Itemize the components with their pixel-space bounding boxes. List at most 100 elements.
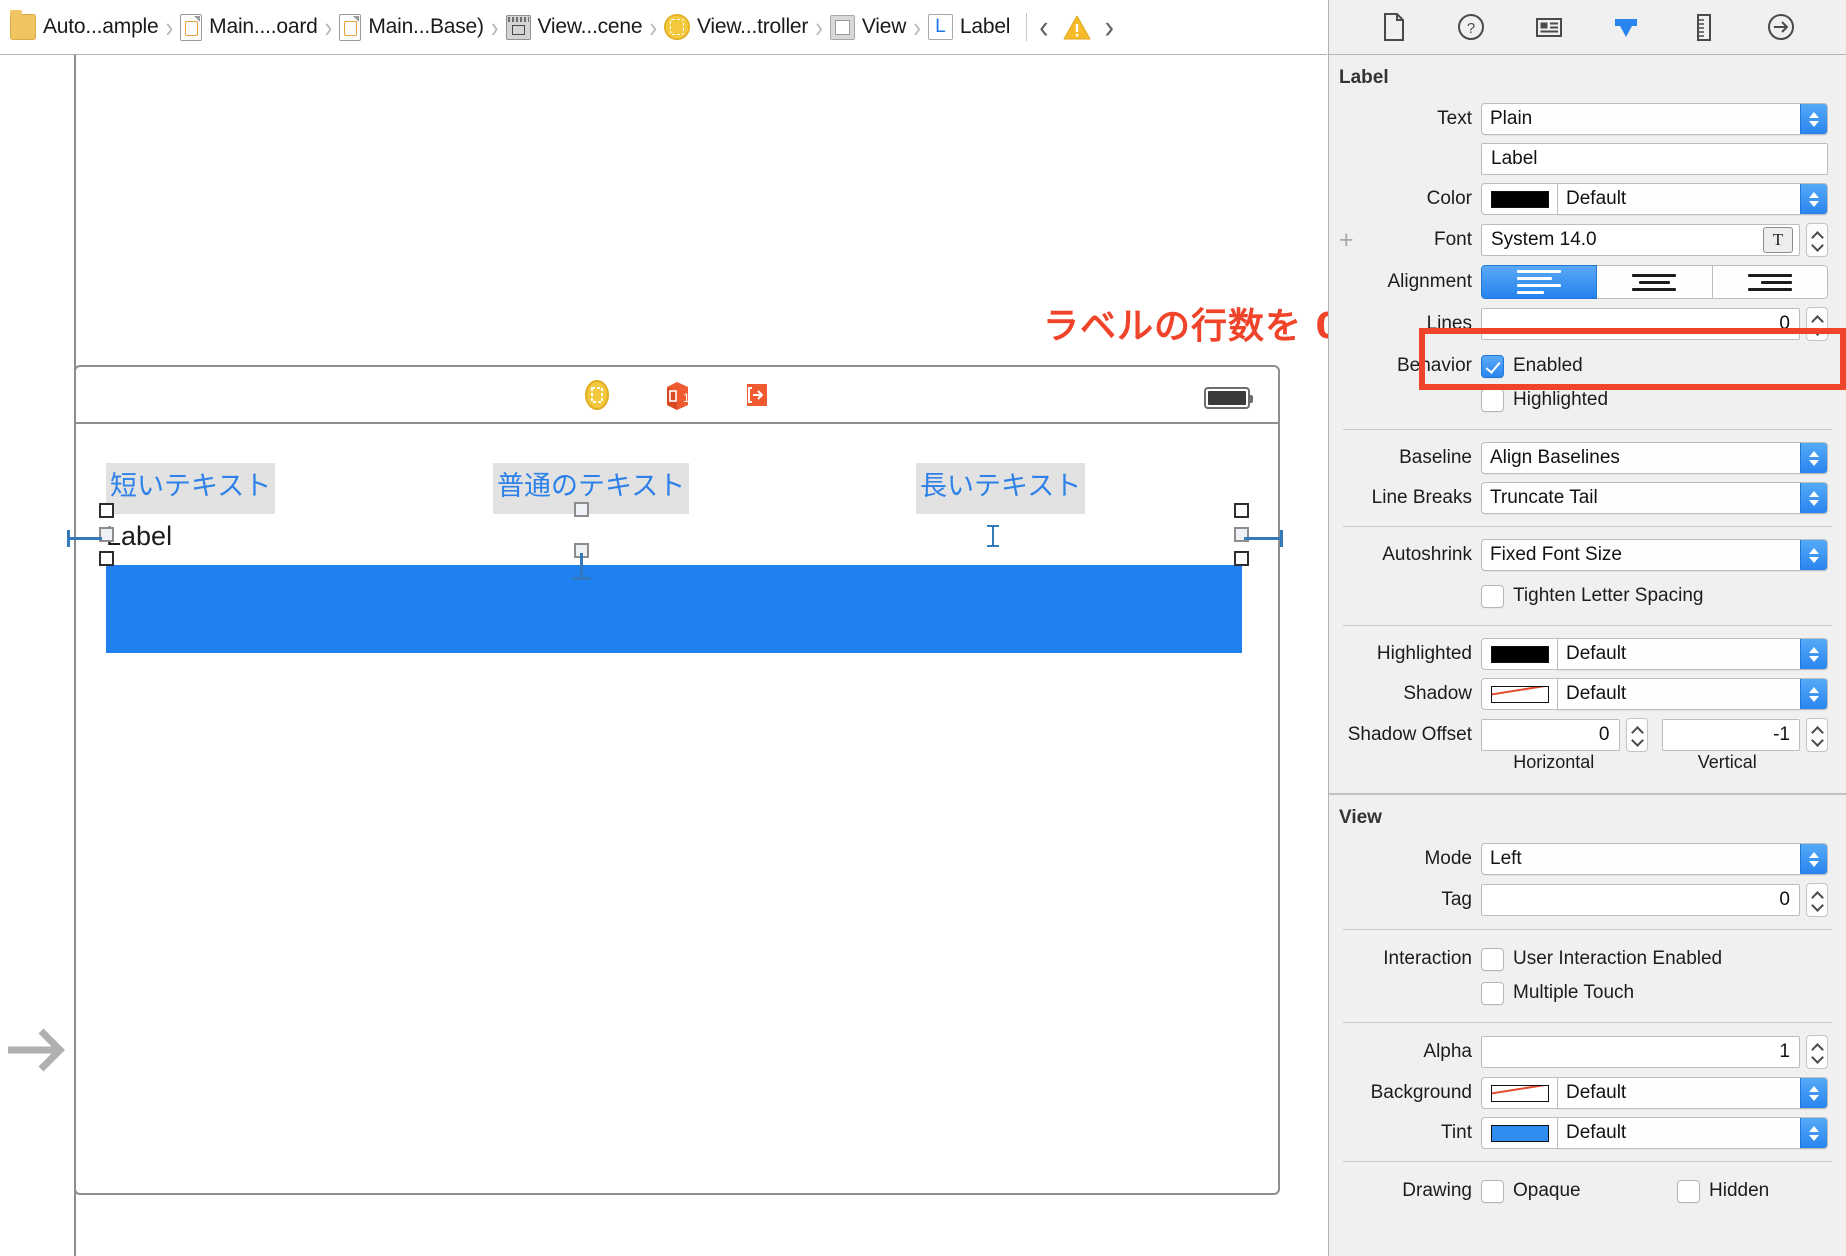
tint-color-swatch[interactable]: [1481, 1117, 1557, 1149]
align-right-button[interactable]: [1712, 265, 1828, 299]
tighten-checkbox-row[interactable]: Tighten Letter Spacing: [1481, 579, 1703, 613]
highlighted-behavior-row[interactable]: Highlighted: [1329, 383, 1846, 421]
behavior-row[interactable]: Behavior Enabled: [1329, 345, 1846, 383]
shadow-row[interactable]: Shadow Default: [1329, 674, 1846, 714]
background-color-swatch[interactable]: [1481, 1077, 1557, 1109]
highlighted-checkbox-row[interactable]: Highlighted: [1481, 383, 1608, 417]
shadow-offset-row[interactable]: Shadow Offset 0 -1: [1329, 714, 1846, 752]
text-style-select[interactable]: Plain: [1481, 103, 1828, 135]
tint-row[interactable]: Tint Default: [1329, 1113, 1846, 1153]
quick-help-inspector-icon[interactable]: ?: [1454, 10, 1488, 44]
font-field[interactable]: System 14.0 T: [1481, 224, 1800, 256]
jumpbar-nav[interactable]: ‹ ›: [1039, 10, 1114, 43]
hidden-checkbox[interactable]: [1677, 1179, 1700, 1203]
highlighted-color-swatch[interactable]: [1481, 638, 1557, 670]
align-left-button[interactable]: [1481, 265, 1598, 299]
short-text-label[interactable]: 短いテキスト: [106, 463, 276, 514]
user-interaction-checkbox-row[interactable]: User Interaction Enabled: [1481, 942, 1722, 976]
warning-triangle-icon[interactable]: [1063, 15, 1091, 40]
opaque-checkbox[interactable]: [1481, 1179, 1504, 1203]
chevron-updown-icon[interactable]: [1800, 443, 1827, 473]
tint-color-select[interactable]: Default: [1557, 1117, 1828, 1149]
lines-input[interactable]: 0: [1481, 308, 1800, 340]
tighten-row[interactable]: Tighten Letter Spacing: [1329, 575, 1846, 617]
shadow-offset-horizontal-input[interactable]: 0: [1481, 719, 1620, 751]
attributes-inspector-icon[interactable]: [1609, 10, 1643, 44]
chevron-updown-icon[interactable]: [1800, 639, 1827, 669]
tag-input[interactable]: 0: [1481, 884, 1800, 916]
breadcrumb-item-project[interactable]: Auto...ample: [10, 0, 159, 54]
selected-label-text[interactable]: Label: [106, 523, 172, 550]
autoshrink-row[interactable]: Autoshrink Fixed Font Size: [1329, 535, 1846, 575]
chevron-updown-icon[interactable]: [1800, 679, 1827, 709]
label-text-input[interactable]: Label: [1481, 143, 1828, 175]
breadcrumb[interactable]: Auto...ample › Main....oard › Main...Bas…: [0, 0, 1327, 55]
chevron-updown-icon[interactable]: [1800, 1118, 1827, 1148]
text-value-row[interactable]: Label: [1329, 139, 1846, 179]
identity-inspector-icon[interactable]: [1532, 10, 1566, 44]
align-center-button[interactable]: [1597, 265, 1713, 299]
add-variation-icon[interactable]: +: [1339, 227, 1354, 253]
shadow-color-swatch[interactable]: [1481, 678, 1557, 710]
user-interaction-enabled-checkbox[interactable]: [1481, 947, 1504, 971]
storyboard-canvas[interactable]: 1 短いテキスト 普通のテキスト 長いテキスト Label: [0, 55, 1327, 1256]
color-select[interactable]: Default: [1557, 183, 1828, 215]
baseline-select[interactable]: Align Baselines: [1481, 442, 1828, 474]
file-inspector-icon[interactable]: [1377, 10, 1411, 44]
breadcrumb-item-view[interactable]: View: [829, 0, 906, 54]
long-text-label[interactable]: 長いテキスト: [916, 463, 1086, 514]
baseline-row[interactable]: Baseline Align Baselines: [1329, 438, 1846, 478]
alignment-segmented-control[interactable]: [1481, 265, 1828, 299]
hidden-checkbox-row[interactable]: Hidden: [1677, 1174, 1769, 1208]
highlighted-color-row[interactable]: Highlighted Default: [1329, 634, 1846, 674]
attributes-inspector-panel[interactable]: Label Text Plain Label Color Default + F…: [1328, 55, 1846, 1256]
opaque-checkbox-row[interactable]: Opaque: [1481, 1174, 1677, 1208]
line-breaks-row[interactable]: Line Breaks Truncate Tail: [1329, 478, 1846, 518]
enabled-checkbox[interactable]: [1481, 354, 1504, 378]
enabled-checkbox-row[interactable]: Enabled: [1481, 349, 1583, 383]
tag-row[interactable]: Tag 0: [1329, 879, 1846, 921]
size-inspector-icon[interactable]: [1687, 10, 1721, 44]
interaction-row[interactable]: Interaction User Interaction Enabled: [1329, 938, 1846, 976]
exit-segue-icon[interactable]: [739, 377, 775, 413]
color-row[interactable]: Color Default: [1329, 179, 1846, 219]
background-color-select[interactable]: Default: [1557, 1077, 1828, 1109]
inspector-toolbar[interactable]: ?: [1328, 0, 1846, 55]
font-size-stepper[interactable]: [1806, 223, 1828, 257]
highlighted-checkbox[interactable]: [1481, 388, 1504, 412]
breadcrumb-item-storyboard-base[interactable]: Main...Base): [339, 0, 484, 54]
alignment-row[interactable]: Alignment: [1329, 261, 1846, 303]
next-issue-button[interactable]: ›: [1105, 10, 1114, 43]
multiple-touch-checkbox[interactable]: [1481, 981, 1504, 1005]
vertical-constraint-line[interactable]: [580, 553, 583, 579]
shadow-color-select[interactable]: Default: [1557, 678, 1828, 710]
color-swatch[interactable]: [1481, 183, 1557, 215]
line-breaks-select[interactable]: Truncate Tail: [1481, 482, 1828, 514]
mode-select[interactable]: Left: [1481, 843, 1828, 875]
previous-issue-button[interactable]: ‹: [1039, 10, 1048, 43]
selected-label-bounds[interactable]: [106, 565, 1242, 653]
breadcrumb-item-storyboard[interactable]: Main....oard: [180, 0, 318, 54]
view-controller-cube-icon[interactable]: 1: [659, 377, 695, 413]
chevron-updown-icon[interactable]: [1800, 483, 1827, 513]
shadow-offset-vertical-input[interactable]: -1: [1661, 719, 1800, 751]
alpha-input[interactable]: 1: [1481, 1036, 1800, 1068]
font-row[interactable]: + Font System 14.0 T: [1329, 219, 1846, 261]
multiple-touch-row[interactable]: Multiple Touch: [1329, 976, 1846, 1014]
breadcrumb-item-scene[interactable]: View...cene: [505, 0, 643, 54]
multiple-touch-checkbox-row[interactable]: Multiple Touch: [1481, 976, 1634, 1010]
selection-handle[interactable]: [99, 551, 114, 566]
drawing-row[interactable]: Drawing Opaque Hidden: [1329, 1170, 1846, 1212]
chevron-updown-icon[interactable]: [1800, 1078, 1827, 1108]
selection-handle[interactable]: [1234, 503, 1249, 518]
trailing-constraint-line[interactable]: [1244, 537, 1282, 540]
tag-stepper[interactable]: [1806, 883, 1828, 917]
font-picker-icon[interactable]: T: [1763, 227, 1793, 253]
connections-inspector-icon[interactable]: [1764, 10, 1798, 44]
scene-dock[interactable]: 1: [76, 367, 1278, 424]
breadcrumb-item-label[interactable]: L Label: [927, 0, 1010, 54]
lines-stepper[interactable]: [1806, 307, 1828, 341]
autoshrink-select[interactable]: Fixed Font Size: [1481, 539, 1828, 571]
alpha-row[interactable]: Alpha 1: [1329, 1031, 1846, 1073]
breadcrumb-item-view-controller[interactable]: View...troller: [664, 0, 808, 54]
